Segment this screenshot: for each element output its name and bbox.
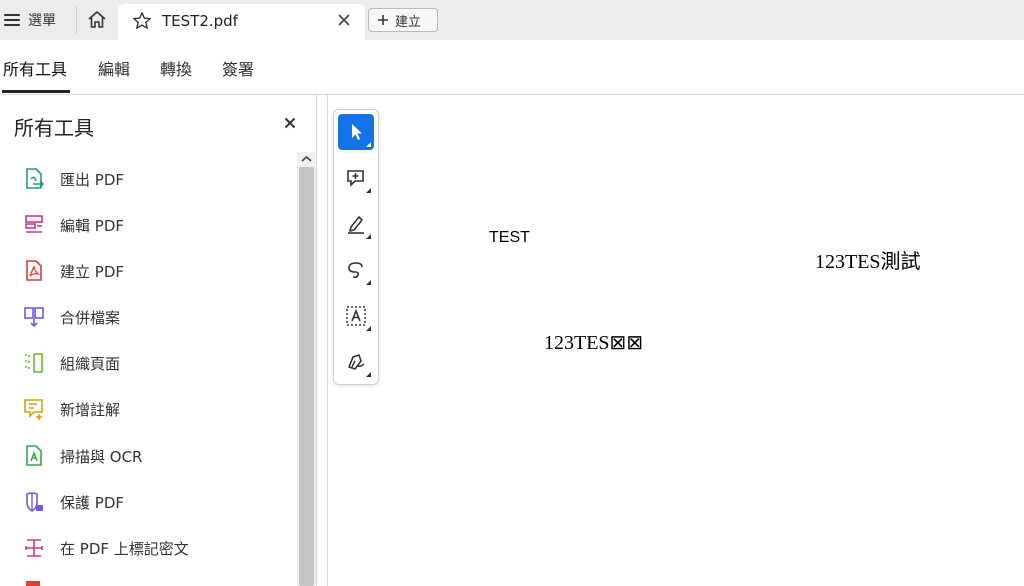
panel-title: 所有工具 [14,116,94,140]
tab-convert[interactable]: 轉換 [160,56,192,80]
more-options-indicator [366,280,371,285]
draw-tool-button[interactable] [338,252,374,288]
tool-label: 在 PDF 上標記密文 [60,539,189,558]
tool-label: 掃描與 OCR [60,447,143,466]
tool-export-pdf[interactable]: 匯出 PDF [22,164,282,194]
tool-tabs: 所有工具 編輯 轉換 簽署 [0,40,1024,95]
tool-create-pdf[interactable]: 建立 PDF [22,256,282,286]
more-options-indicator [366,372,371,377]
home-icon [88,11,106,28]
quick-tools-toolbar [333,109,379,385]
tool-label: 組織頁面 [60,354,121,373]
close-icon[interactable] [284,117,296,129]
document-text: 123TES測試 [815,251,921,273]
tool-edit-pdf[interactable]: 編輯 PDF [22,210,282,240]
next-tool-icon-partial [26,581,40,586]
home-button[interactable] [86,9,108,31]
new-button[interactable]: 建立 [368,8,438,32]
create-pdf-icon [26,260,42,281]
highlight-tool-button[interactable] [338,206,374,242]
tool-redact[interactable]: 在 PDF 上標記密文 [22,533,282,563]
divider [327,95,328,586]
combine-files-icon [24,307,44,328]
tool-protect-pdf[interactable]: 保護 PDF [22,487,282,517]
divider [76,6,77,34]
document-tab-title: TEST2.pdf [162,12,238,30]
all-tools-panel: 所有工具 匯出 PDF 編輯 PDF 建立 PDF 合併檔案 組織頁面 新增註解… [0,95,317,586]
sign-icon [348,354,365,370]
add-comment-icon [347,170,364,187]
menu-label: 選單 [28,13,56,29]
tool-scan-ocr[interactable]: 掃描與 OCR [22,441,282,471]
document-tab[interactable]: TEST2.pdf [118,4,365,40]
close-tab-icon[interactable] [336,12,352,28]
text-recognition-button[interactable] [338,298,374,334]
menu-button[interactable]: 選單 [4,9,56,31]
more-options-indicator [366,234,371,239]
highlight-icon [348,216,364,234]
document-text: 123TES⊠⊠ [544,332,644,354]
hamburger-menu-icon [4,14,20,26]
tab-sign[interactable]: 簽署 [222,56,254,80]
select-tool-button[interactable] [338,114,374,150]
active-tab-indicator [2,90,70,93]
tab-all-tools[interactable]: 所有工具 [3,56,67,80]
tool-label: 保護 PDF [60,493,124,512]
more-options-indicator [366,326,371,331]
tool-organize-pages[interactable]: 組織頁面 [22,348,282,378]
redact-icon [25,539,43,557]
sign-tool-button[interactable] [338,344,374,380]
comment-tool-button[interactable] [338,160,374,196]
edit-pdf-icon [25,215,43,233]
tab-edit[interactable]: 編輯 [98,56,130,80]
new-button-label: 建立 [395,14,422,30]
organize-pages-icon [25,353,43,373]
more-options-indicator [366,142,371,147]
draw-icon [348,262,363,279]
text-recognize-icon [346,306,366,326]
scan-ocr-icon [26,445,42,466]
scroll-up-arrow-icon[interactable] [297,152,316,166]
star-icon[interactable] [132,11,152,31]
tool-label: 合併檔案 [60,308,121,327]
tool-label: 建立 PDF [60,262,124,281]
protect-pdf-icon [26,492,43,512]
scrollbar-thumb[interactable] [299,167,314,586]
more-options-indicator [366,188,371,193]
select-icon [352,124,362,140]
tool-label: 編輯 PDF [60,216,124,235]
document-viewer[interactable] [317,95,1024,586]
tool-label: 新增註解 [60,400,121,419]
document-text: TEST [489,229,530,246]
tool-combine-files[interactable]: 合併檔案 [22,302,282,332]
tool-add-comment[interactable]: 新增註解 [22,394,282,424]
export-pdf-icon [26,168,45,189]
tool-label: 匯出 PDF [60,170,124,189]
add-comment-icon [24,399,43,420]
tab-bar: 選單 TEST2.pdf 建立 [0,0,1024,41]
plus-icon [378,15,388,25]
